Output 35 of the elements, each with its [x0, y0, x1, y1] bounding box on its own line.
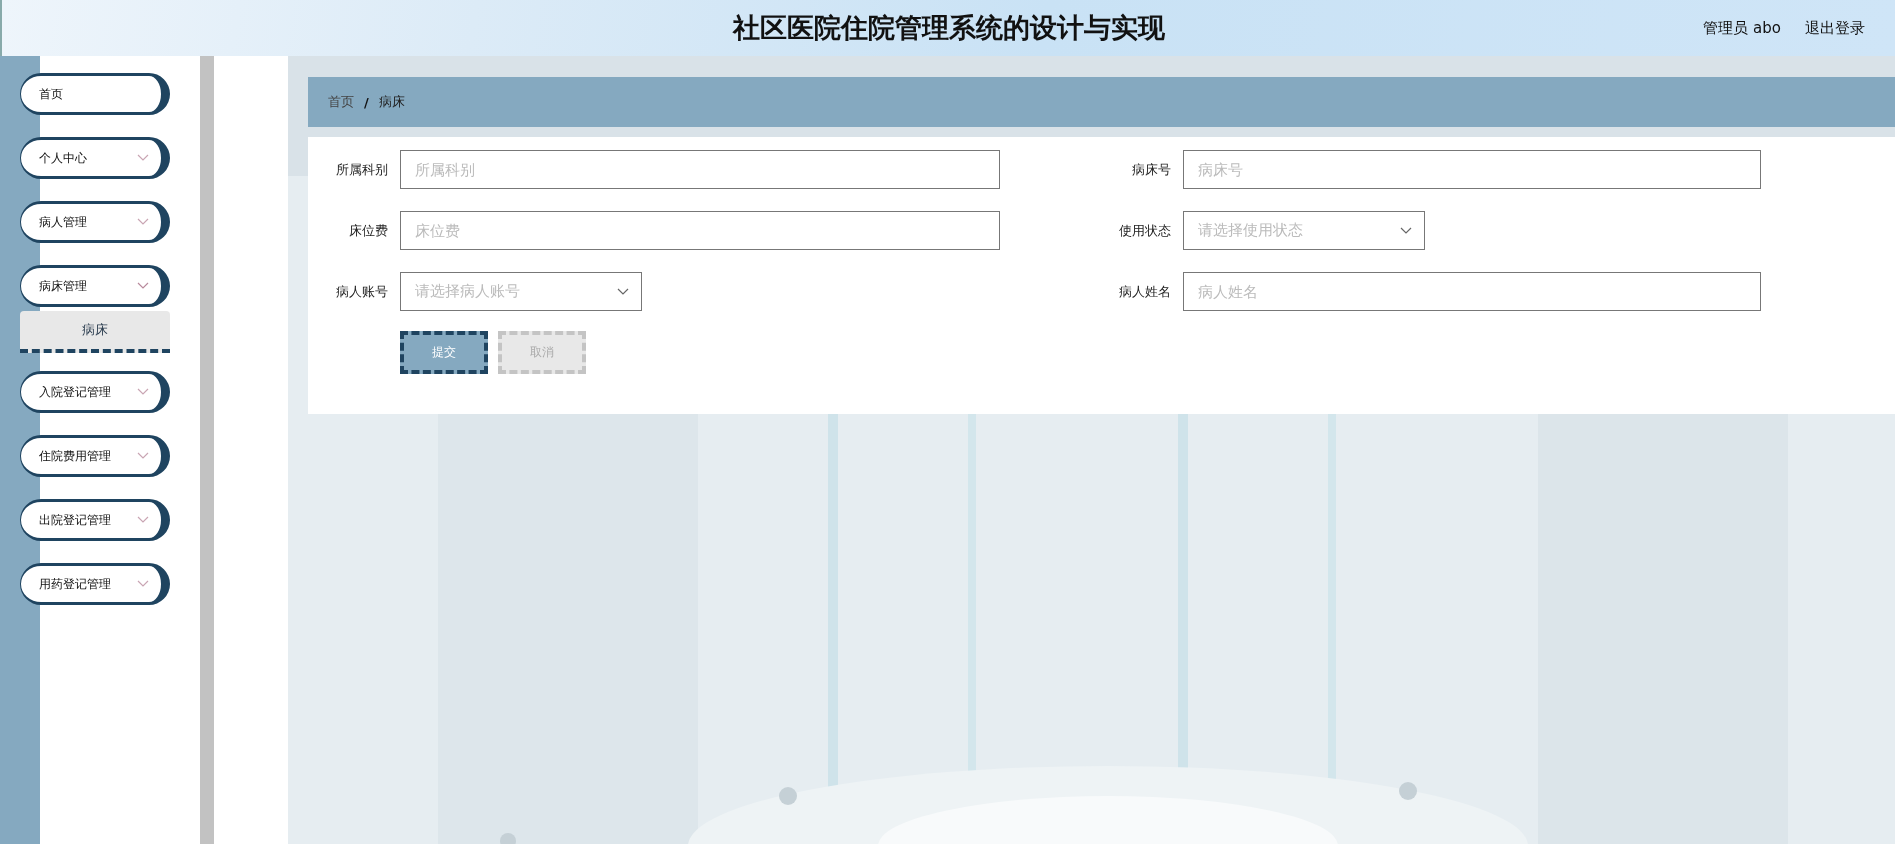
- sidebar-item[interactable]: 入院登记管理: [20, 371, 170, 413]
- sidebar-item[interactable]: 出院登记管理: [20, 499, 170, 541]
- input-field[interactable]: 病人姓名: [1183, 272, 1761, 311]
- breadcrumb-link[interactable]: 病床: [378, 93, 405, 111]
- chevron-icon: [137, 218, 149, 226]
- page-title: 社区医院住院管理系统的设计与实现: [732, 11, 1165, 45]
- input-field[interactable]: 病床号: [1183, 150, 1761, 189]
- sidebar-item[interactable]: 个人中心: [20, 137, 170, 179]
- sidebar-item[interactable]: 病床管理: [20, 265, 170, 307]
- scroll-bar[interactable]: [200, 56, 214, 844]
- chevron-icon: [137, 154, 149, 162]
- chevron-icon: [617, 287, 629, 296]
- input-field[interactable]: 床位费: [400, 211, 1000, 250]
- field-label: 病人账号: [335, 282, 389, 301]
- field-label: 病床号: [1131, 160, 1172, 179]
- chevron-icon: [137, 516, 149, 524]
- sidebar-item[interactable]: 首页: [20, 73, 170, 115]
- user-label: 管理员 abo: [1703, 18, 1781, 38]
- breadcrumb-link[interactable]: 首页: [328, 93, 354, 111]
- field-label: 病人姓名: [1118, 282, 1172, 301]
- submenu-item[interactable]: 病床: [20, 311, 170, 353]
- logout-link[interactable]: 退出登录: [1805, 18, 1865, 38]
- sidebar-item[interactable]: 住院费用管理: [20, 435, 170, 477]
- breadcrumb-separator: /: [364, 94, 369, 110]
- chevron-icon: [137, 580, 149, 588]
- sidebar-item[interactable]: 病人管理: [20, 201, 170, 243]
- sidebar-item[interactable]: 用药登记管理: [20, 563, 170, 605]
- field-label: 使用状态: [1118, 221, 1172, 240]
- chevron-icon: [1400, 226, 1412, 235]
- input-field[interactable]: 所属科别: [400, 150, 1000, 189]
- field-label: 所属科别: [335, 160, 389, 179]
- chevron-icon: [137, 282, 149, 290]
- chevron-icon: [137, 388, 149, 396]
- field-label: 床位费: [348, 221, 389, 240]
- chevron-icon: [137, 452, 149, 460]
